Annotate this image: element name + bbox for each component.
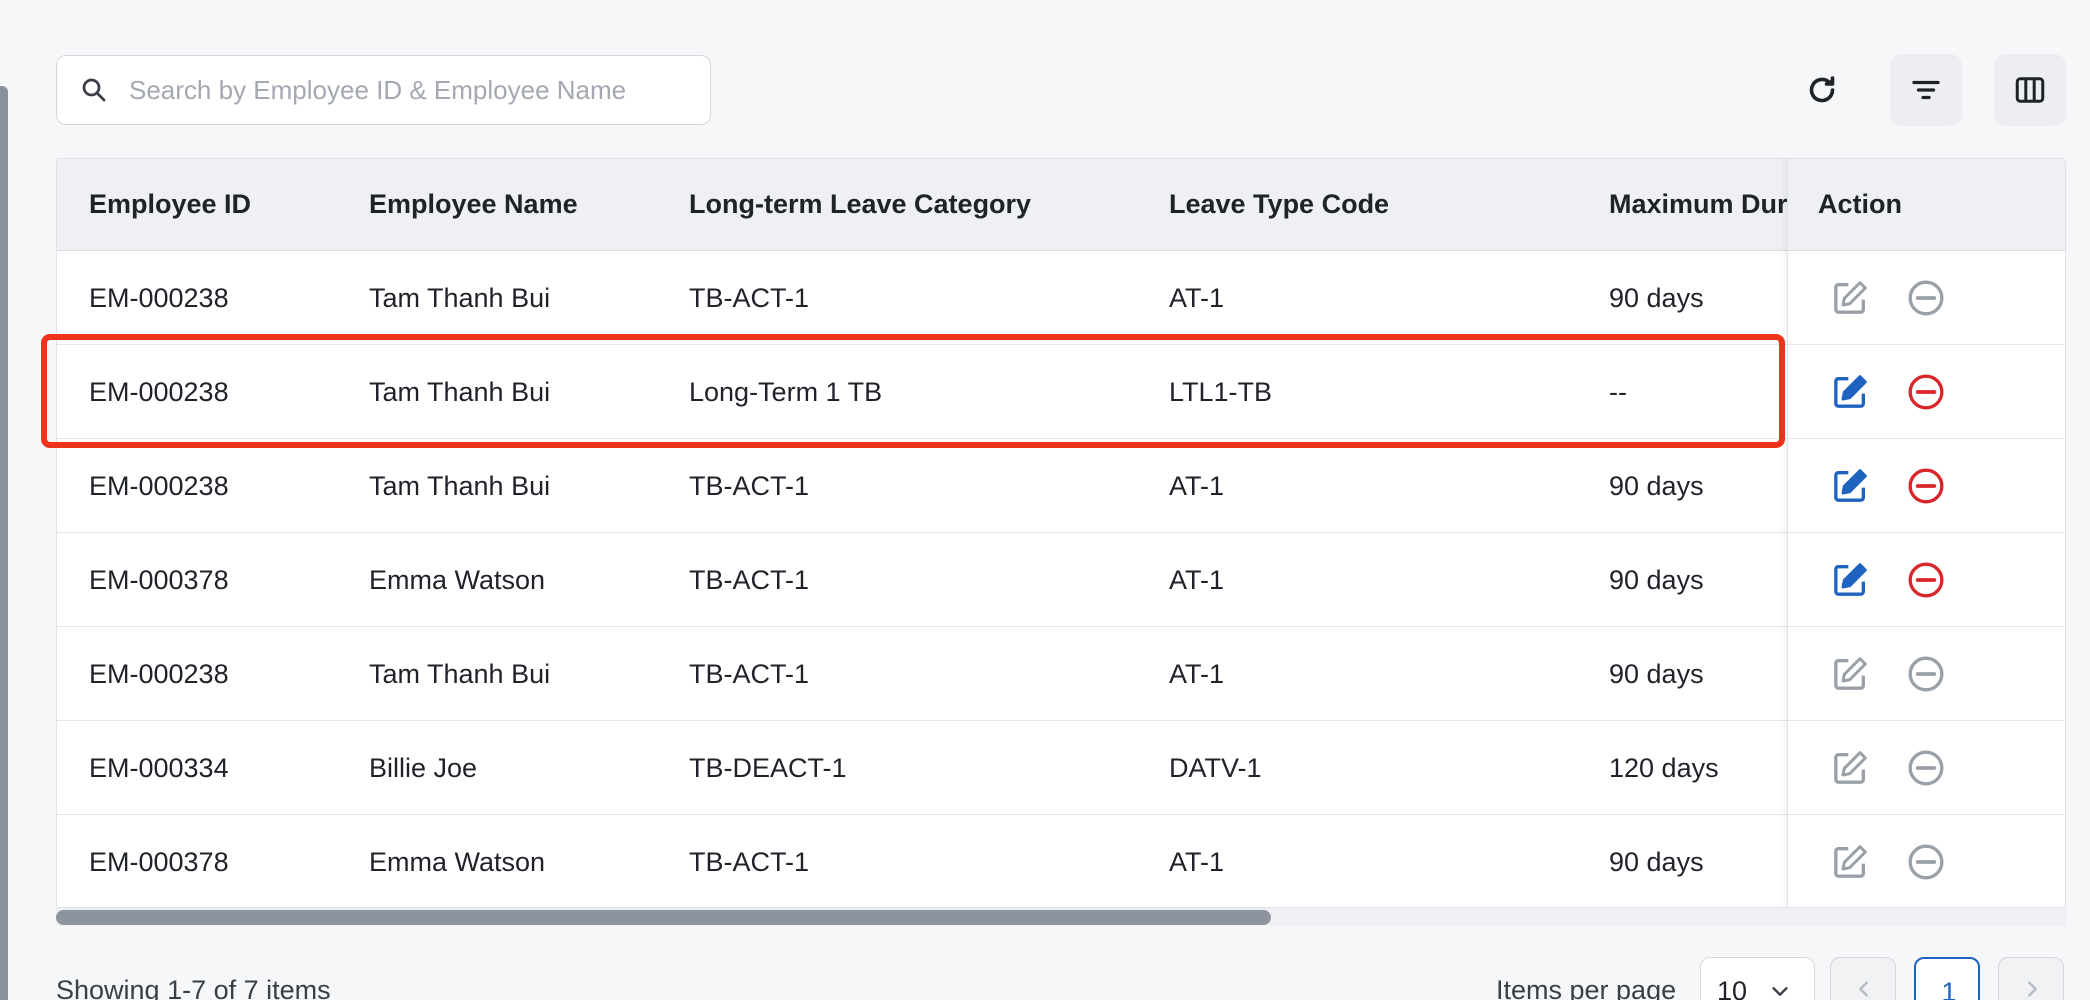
cell-employee-name: Tam Thanh Bui	[369, 377, 551, 407]
edit-icon[interactable]	[1830, 278, 1870, 318]
cell-maximum-duration: 120 days	[1609, 753, 1719, 783]
action-cell	[1788, 815, 2065, 907]
cell-employee-name: Tam Thanh Bui	[369, 283, 551, 313]
header-action: Action	[1788, 159, 2065, 251]
page-1-button[interactable]: 1	[1914, 957, 1980, 1000]
table-row[interactable]: EM-000238 Tam Thanh Bui TB-ACT-1 AT-1 90…	[57, 627, 2065, 721]
table-header: Employee ID Employee Name Long-term Leav…	[57, 159, 2065, 251]
cell-leave-category: TB-ACT-1	[689, 283, 810, 313]
cell-employee-name: Tam Thanh Bui	[369, 659, 551, 689]
action-column: Action	[1787, 159, 2065, 907]
header-employee-name[interactable]: Employee Name	[369, 189, 669, 220]
action-cell	[1788, 251, 2065, 345]
action-cell	[1788, 721, 2065, 815]
columns-button[interactable]	[1994, 54, 2066, 126]
cell-leave-category: Long-Term 1 TB	[689, 377, 883, 407]
horizontal-scrollbar-thumb[interactable]	[56, 910, 1271, 925]
cell-maximum-duration: 90 days	[1609, 659, 1704, 689]
filter-icon	[1912, 80, 1940, 100]
cell-leave-type-code: AT-1	[1169, 659, 1225, 689]
chevron-left-icon	[1859, 981, 1868, 997]
cell-employee-name: Emma Watson	[369, 565, 546, 595]
cell-maximum-duration: 90 days	[1609, 283, 1704, 313]
remove-icon[interactable]	[1906, 748, 1946, 788]
action-cell	[1788, 627, 2065, 721]
edit-icon[interactable]	[1830, 560, 1870, 600]
previous-page-button[interactable]	[1830, 957, 1896, 1000]
cell-employee-id: EM-000238	[89, 283, 229, 313]
cell-leave-category: TB-ACT-1	[689, 565, 810, 595]
cell-maximum-duration: 90 days	[1609, 565, 1704, 595]
action-cell	[1788, 439, 2065, 533]
cell-leave-category: TB-ACT-1	[689, 847, 810, 877]
page-number: 1	[1941, 977, 1957, 1000]
cell-leave-type-code: AT-1	[1169, 565, 1225, 595]
remove-icon[interactable]	[1906, 466, 1946, 506]
next-page-button[interactable]	[1998, 957, 2064, 1000]
columns-icon	[2015, 77, 2045, 103]
remove-icon[interactable]	[1906, 842, 1946, 882]
table-row[interactable]: EM-000238 Tam Thanh Bui TB-ACT-1 AT-1 90…	[57, 251, 2065, 345]
remove-icon[interactable]	[1906, 654, 1946, 694]
cell-leave-category: TB-ACT-1	[689, 659, 810, 689]
cell-employee-name: Tam Thanh Bui	[369, 471, 551, 501]
refresh-button[interactable]	[1786, 54, 1858, 126]
edit-icon[interactable]	[1830, 466, 1870, 506]
cell-leave-type-code: LTL1-TB	[1169, 377, 1273, 407]
header-leave-type-code[interactable]: Leave Type Code	[1169, 189, 1589, 220]
search-icon	[82, 78, 106, 102]
action-cell	[1788, 345, 2065, 439]
pagination-summary: Showing 1-7 of 7 items	[56, 975, 331, 1000]
header-action-label: Action	[1818, 189, 1902, 219]
cell-leave-type-code: AT-1	[1169, 471, 1225, 501]
header-employee-id[interactable]: Employee ID	[89, 189, 339, 220]
remove-icon[interactable]	[1906, 560, 1946, 600]
cell-leave-type-code: DATV-1	[1169, 753, 1262, 783]
edit-icon[interactable]	[1830, 654, 1870, 694]
table-row[interactable]: EM-000378 Emma Watson TB-ACT-1 AT-1 90 d…	[57, 815, 2065, 907]
edit-icon[interactable]	[1830, 748, 1870, 788]
search-input[interactable]	[129, 74, 689, 106]
cell-leave-type-code: AT-1	[1169, 847, 1225, 877]
cell-leave-type-code: AT-1	[1169, 283, 1225, 313]
left-rail	[0, 86, 8, 1000]
cell-employee-id: EM-000378	[89, 565, 229, 595]
cell-employee-id: EM-000238	[89, 471, 229, 501]
search-box[interactable]	[56, 55, 711, 125]
chevron-right-icon	[2028, 981, 2037, 997]
items-per-page-label: Items per page	[1496, 975, 1677, 1000]
cell-employee-id: EM-000378	[89, 847, 229, 877]
chevron-down-icon	[1772, 987, 1788, 996]
refresh-icon	[1809, 76, 1835, 103]
remove-icon[interactable]	[1906, 372, 1946, 412]
cell-employee-id: EM-000238	[89, 377, 229, 407]
table-row[interactable]: EM-000334 Billie Joe TB-DEACT-1 DATV-1 1…	[57, 721, 2065, 815]
table-row[interactable]: EM-000378 Emma Watson TB-ACT-1 AT-1 90 d…	[57, 533, 2065, 627]
cell-leave-category: TB-DEACT-1	[689, 753, 847, 783]
action-cell	[1788, 533, 2065, 627]
table-row[interactable]: EM-000238 Tam Thanh Bui TB-ACT-1 AT-1 90…	[57, 439, 2065, 533]
cell-employee-id: EM-000238	[89, 659, 229, 689]
edit-icon[interactable]	[1830, 842, 1870, 882]
cell-employee-name: Emma Watson	[369, 847, 546, 877]
filter-button[interactable]	[1890, 54, 1962, 126]
header-leave-category[interactable]: Long-term Leave Category	[689, 189, 1149, 220]
edit-icon[interactable]	[1830, 372, 1870, 412]
cell-employee-id: EM-000334	[89, 753, 229, 783]
cell-leave-category: TB-ACT-1	[689, 471, 810, 501]
cell-maximum-duration: 90 days	[1609, 847, 1704, 877]
table-row[interactable]: EM-000238 Tam Thanh Bui Long-Term 1 TB L…	[57, 345, 2065, 439]
cell-maximum-duration: 90 days	[1609, 471, 1704, 501]
cell-maximum-duration: --	[1609, 377, 1627, 407]
header-maximum-duration[interactable]: Maximum Dur	[1609, 189, 1787, 220]
cell-employee-name: Billie Joe	[369, 753, 478, 783]
data-table: Employee ID Employee Name Long-term Leav…	[56, 158, 2066, 908]
items-per-page-select[interactable]: 10	[1700, 957, 1815, 1000]
remove-icon[interactable]	[1906, 278, 1946, 318]
items-per-page-value: 10	[1717, 976, 1748, 1000]
